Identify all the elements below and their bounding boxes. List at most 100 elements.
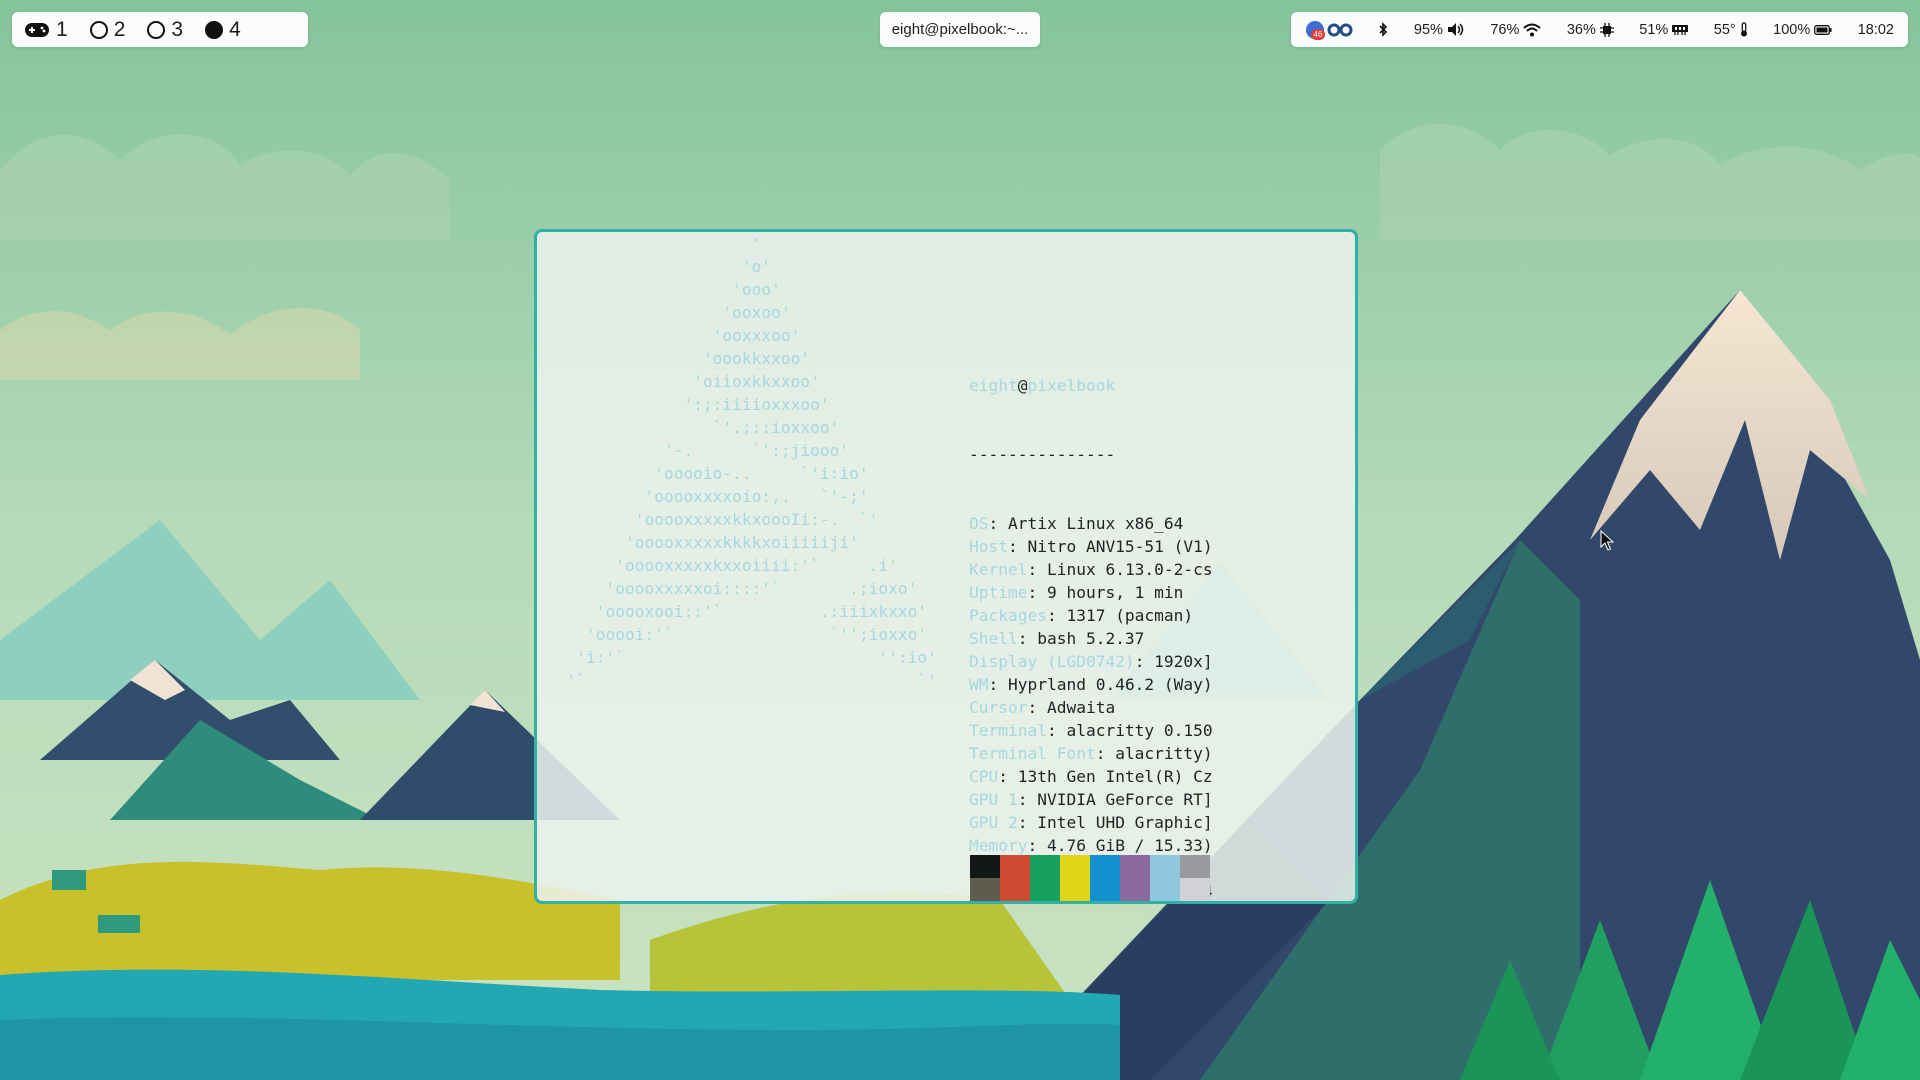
- memory-value: 51%: [1639, 21, 1669, 38]
- workspace-1[interactable]: 1: [24, 18, 68, 42]
- active-window-title[interactable]: eight@pixelbook:~...: [880, 12, 1040, 47]
- info-value: : NVIDIA GeForce RT]: [1017, 790, 1213, 809]
- info-row: Cursor: Adwaita: [969, 696, 1213, 719]
- info-value: : Adwaita: [1027, 698, 1116, 717]
- info-key: GPU 1: [969, 790, 1018, 809]
- gamepad-icon: [25, 22, 49, 37]
- info-value: : Artix Linux x86_64: [988, 514, 1184, 533]
- clock-time: 18:02: [1857, 21, 1894, 38]
- info-row: Terminal Font: alacritty): [969, 742, 1213, 765]
- info-value: : bash 5.2.37: [1017, 629, 1145, 648]
- info-value: : 4.76 GiB / 15.33): [1027, 836, 1213, 855]
- color-swatch: [970, 855, 1000, 878]
- color-palette: [970, 855, 1210, 901]
- info-key: Terminal Font: [969, 744, 1096, 763]
- ascii-logo-line: 'oiioxkkxxoo': [547, 372, 820, 391]
- ascii-logo-line: 'ooooxxxxxoi::::'` .;ioxo': [547, 579, 918, 598]
- info-value: : 1920x]: [1134, 652, 1213, 671]
- info-row: Terminal: alacritty 0.150: [969, 719, 1213, 742]
- circle-outline-icon: [147, 20, 166, 39]
- workspace-number: 4: [229, 17, 241, 41]
- color-swatch: [1090, 878, 1120, 901]
- info-row: Display (LGD0742): 1920x]: [969, 650, 1213, 673]
- color-swatch: [1180, 855, 1210, 878]
- cpu-status[interactable]: 36%: [1567, 22, 1614, 38]
- workspace-switcher: 1 2 3 4: [12, 12, 308, 47]
- system-tray[interactable]: 46: [1305, 20, 1353, 40]
- cpu-icon: [1599, 22, 1614, 37]
- info-value: : Nitro ANV15-51 (V1): [1007, 537, 1213, 556]
- ascii-logo: ' 'o' 'ooo' 'ooxoo' 'ooxxxoo' 'oookkxxoo…: [547, 232, 937, 692]
- info-row: WM: Hyprland 0.46.2 (Way): [969, 673, 1213, 696]
- hostname: pixelbook: [1027, 376, 1116, 395]
- wifi-icon: [1523, 23, 1542, 36]
- color-swatch: [1060, 878, 1090, 901]
- info-value: : Hyprland 0.46.2 (Way): [988, 675, 1213, 694]
- info-key: OS: [969, 514, 989, 533]
- cpu-value: 36%: [1566, 21, 1596, 38]
- info-key: Cursor: [969, 698, 1028, 717]
- ascii-logo-line: 'ooxxxoo': [547, 326, 801, 345]
- infinity-icon[interactable]: [1327, 23, 1353, 37]
- bluetooth-status[interactable]: [1378, 22, 1388, 37]
- ascii-logo-line: 'i:'` '':io': [547, 648, 937, 667]
- clock[interactable]: 18:02: [1858, 22, 1894, 38]
- memory-status[interactable]: 51%: [1639, 21, 1689, 38]
- bluetooth-icon: [1379, 22, 1388, 37]
- info-row: Shell: bash 5.2.37: [969, 627, 1213, 650]
- info-key: Shell: [969, 629, 1018, 648]
- info-key: GPU 2: [969, 813, 1018, 832]
- color-swatch: [1120, 878, 1150, 901]
- battery-status[interactable]: 100%: [1773, 22, 1832, 38]
- color-swatch: [1060, 855, 1090, 878]
- ascii-logo-line: `'.;::ioxxoo': [547, 418, 840, 437]
- info-value: : 1317 (pacman): [1046, 606, 1194, 625]
- window-title-text: eight@pixelbook:~...: [891, 21, 1029, 38]
- battery-icon: [1814, 24, 1832, 35]
- temperature-status[interactable]: 55°: [1714, 22, 1748, 38]
- ascii-logo-line: ': [547, 234, 762, 253]
- info-value: : 13th Gen Intel(R) Cz: [998, 767, 1213, 786]
- color-swatch: [1000, 855, 1030, 878]
- temperature-value: 55°: [1713, 21, 1736, 38]
- separator-line: ---------------: [969, 445, 1116, 464]
- ascii-logo-line: 'ooooxxxxxkkxoooIi:-. `': [547, 510, 879, 529]
- memory-icon: [1672, 25, 1689, 35]
- ascii-logo-line: 'ooooi:'` `'';ioxxo': [547, 625, 928, 644]
- circle-filled-icon: [205, 20, 224, 39]
- color-swatch: [1150, 855, 1180, 878]
- ascii-logo-line: '-. `':;jiooo': [547, 441, 850, 460]
- terminal-output[interactable]: ' 'o' 'ooo' 'ooxoo' 'ooxxxoo' 'oookkxxoo…: [537, 232, 1355, 901]
- volume-status[interactable]: 95%: [1414, 22, 1465, 38]
- notification-badge: 46: [1311, 28, 1325, 40]
- user-host-line: eight@pixelbook: [969, 374, 1213, 397]
- info-value: : alacritty): [1095, 744, 1213, 763]
- volume-icon: [1447, 23, 1464, 36]
- wifi-status[interactable]: 76%: [1490, 22, 1542, 38]
- workspace-4[interactable]: 4: [205, 18, 241, 42]
- info-key: Memory: [969, 836, 1028, 855]
- workspace-number: 2: [113, 17, 126, 41]
- circle-outline-icon: [89, 20, 108, 39]
- info-value: : 9 hours, 1 min: [1027, 583, 1184, 602]
- ascii-logo-line: 'ooxoo': [547, 303, 791, 322]
- ascii-logo-line: 'ooooxooi::'` .:iiixkxxo': [547, 602, 928, 621]
- workspace-2[interactable]: 2: [89, 17, 126, 42]
- workspace-3[interactable]: 3: [147, 18, 183, 42]
- info-value: : alacritty 0.150: [1046, 721, 1213, 740]
- username: eight: [969, 376, 1018, 395]
- ascii-logo-line: 'ooooxxxxxkkkkxoiiiiiji': [547, 533, 859, 552]
- info-key: WM: [969, 675, 989, 694]
- terminal-window[interactable]: ' 'o' 'ooo' 'ooxoo' 'ooxxxoo' 'oookkxxoo…: [534, 229, 1358, 904]
- info-key: Packages: [969, 606, 1047, 625]
- info-key: Uptime: [969, 583, 1028, 602]
- color-swatch: [1180, 878, 1210, 901]
- info-row: CPU: 13th Gen Intel(R) Cz: [969, 765, 1213, 788]
- info-key: Kernel: [969, 560, 1028, 579]
- volume-value: 95%: [1413, 21, 1443, 38]
- color-swatch: [970, 878, 1000, 901]
- battery-value: 100%: [1773, 21, 1811, 38]
- ascii-logo-line: ':;:iiiioxxxoo': [547, 395, 830, 414]
- color-swatch: [1090, 855, 1120, 878]
- info-row: Packages: 1317 (pacman): [969, 604, 1213, 627]
